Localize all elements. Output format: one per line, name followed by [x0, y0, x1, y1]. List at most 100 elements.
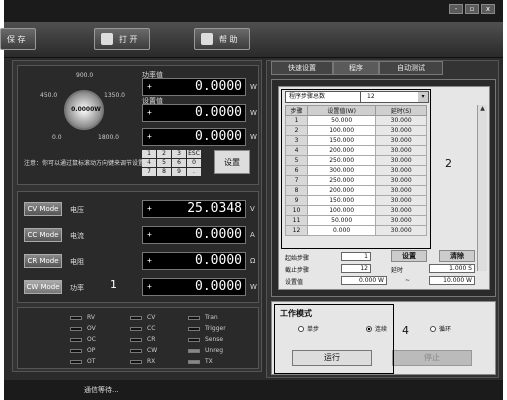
led-ov: OV — [70, 325, 96, 332]
adjust-knob[interactable]: 0.0000W — [64, 90, 104, 130]
setval-label: 设置值 — [285, 279, 304, 286]
input-value: 0.0000 — [195, 129, 242, 144]
sign: + — [147, 256, 152, 265]
key-8[interactable]: 8 — [157, 168, 171, 176]
setval-to-input[interactable]: 10.000 W — [429, 276, 475, 285]
unit-ohm: Ω — [250, 257, 256, 265]
tab-program[interactable]: 程序 — [333, 61, 379, 75]
key-5[interactable]: 5 — [157, 159, 171, 167]
led-label: TX — [205, 358, 213, 365]
program-area: 程序步骤总数 12 ▾ 步骤 设置值(W) 延时(S) 1 50.000 30.00… — [271, 79, 496, 297]
table-scrollbar[interactable]: ▲ — [477, 105, 487, 271]
status-indicators: RV OV OC OP OT CV CC CR CW RX Tran Trigg… — [17, 307, 259, 369]
maximize-button[interactable]: ▫ — [465, 4, 479, 14]
indicator-light — [70, 359, 82, 364]
knob-value: 0.0000W — [71, 106, 101, 113]
radio-loop[interactable]: 循环 — [430, 324, 451, 333]
work-mode-panel: 工作模式 单步 连续 循环 运行 停止 4 — [271, 301, 496, 375]
scroll-up-icon[interactable]: ▲ — [478, 105, 487, 112]
key-7[interactable]: 7 — [142, 168, 156, 176]
dial-tick-right: 1350.0 — [104, 92, 125, 99]
power-readout: +0.0000 — [142, 278, 246, 296]
cr-mode-button[interactable]: CR Mode — [24, 254, 62, 268]
voltage-display: +25.0348 — [142, 200, 246, 218]
dial-tick-top: 900.0 — [76, 72, 94, 79]
indicator-light — [130, 359, 142, 364]
led-label: CW — [147, 347, 158, 354]
voltage-value: 25.0348 — [187, 201, 242, 216]
hint-text: 注意：你可以通过鼠标滚动方向键来调节设置值 — [24, 160, 151, 167]
close-button[interactable]: x — [481, 4, 495, 14]
program-panel: 快速设置 程序 自动测试 程序步骤总数 12 ▾ 步骤 设置值(W) 延时(S) — [266, 60, 499, 378]
open-label: 打 开 — [119, 34, 138, 44]
save-button[interactable]: 保 存 — [0, 28, 36, 50]
power-readout-value: 0.0000 — [195, 279, 242, 294]
key-1[interactable]: 1 — [142, 150, 156, 158]
radio-button-icon — [430, 325, 436, 332]
setval-from-input[interactable]: 0.000 W — [341, 276, 387, 285]
folder-icon — [101, 33, 113, 45]
end-step-label: 截止步骤 — [285, 267, 310, 274]
key-dot[interactable]: . — [187, 168, 201, 176]
marker-2: 2 — [445, 157, 452, 170]
led-label: Unreg — [205, 347, 224, 354]
key-9[interactable]: 9 — [172, 168, 186, 176]
program-editor: 程序步骤总数 12 ▾ 步骤 设置值(W) 延时(S) 1 50.000 30.00… — [278, 86, 490, 290]
key-6[interactable]: 6 — [172, 159, 186, 167]
indicator-light — [130, 315, 142, 320]
cv-mode-button[interactable]: CV Mode — [24, 202, 62, 216]
mode-panel: CV Mode 电压 +25.0348 V CC Mode 电流 +0.0000… — [17, 191, 259, 303]
indicator-light — [130, 337, 142, 342]
sign: + — [147, 204, 152, 213]
start-step-input[interactable]: 1 — [341, 252, 371, 261]
cc-mode-button[interactable]: CC Mode — [24, 228, 62, 242]
key-2[interactable]: 2 — [157, 150, 171, 158]
radio-label: 循环 — [439, 326, 452, 333]
sign: + — [147, 132, 152, 141]
indicator-light — [70, 326, 82, 331]
cw-mode-button[interactable]: CW Mode — [24, 280, 62, 294]
unit-w: W — [250, 283, 257, 291]
led-label: OT — [87, 358, 96, 365]
led-cc: CC — [130, 325, 155, 332]
led-unreg: Unreg — [188, 347, 223, 354]
key-0[interactable]: 0 — [187, 159, 201, 167]
cw-mode-name: 功率 — [70, 284, 84, 292]
set-value: 0.0000 — [195, 105, 242, 120]
stop-button[interactable]: 停止 — [392, 350, 472, 366]
key-esc[interactable]: ESC — [187, 150, 201, 158]
open-button[interactable]: 打 开 — [94, 28, 150, 50]
set-step-button[interactable]: 设置 — [391, 250, 427, 262]
keypad: 1 2 3 ESC 4 5 6 0 7 8 9 . — [142, 150, 201, 176]
marker-4: 4 — [402, 324, 409, 337]
input-display[interactable]: +0.0000 — [142, 128, 246, 146]
led-label: CC — [147, 325, 156, 332]
minimize-button[interactable]: - — [449, 4, 463, 14]
indicator-light — [70, 337, 82, 342]
app-window: - ▫ x 保 存 打 开 帮 助 900.0 450.0 1350.0 0.0… — [0, 0, 503, 400]
power-value: 0.0000 — [195, 79, 242, 94]
cv-mode-name: 电压 — [70, 206, 84, 214]
highlight-box-4 — [274, 304, 394, 374]
led-label: RV — [87, 314, 95, 321]
power-display: +0.0000 — [142, 78, 246, 96]
set-button[interactable]: 设置 — [214, 150, 250, 174]
indicator-light — [188, 359, 200, 364]
led-label: CR — [147, 336, 156, 343]
end-step-input[interactable]: 12 — [341, 264, 371, 273]
help-icon — [201, 33, 213, 45]
toolbar: 保 存 打 开 帮 助 — [0, 22, 503, 58]
delay-label: 延时 — [391, 267, 404, 274]
window-controls: - ▫ x — [449, 4, 495, 14]
tab-quick-setup[interactable]: 快速设置 — [271, 61, 333, 75]
set-display: +0.0000 — [142, 104, 246, 122]
clear-button[interactable]: 清除 — [439, 250, 475, 262]
led-trigger: Trigger — [188, 325, 226, 332]
led-rv: RV — [70, 314, 95, 321]
help-label: 帮 助 — [219, 34, 238, 44]
help-button[interactable]: 帮 助 — [194, 28, 250, 50]
tab-auto-test[interactable]: 自动测试 — [379, 61, 443, 75]
delay-input[interactable]: 1.000 S — [429, 264, 475, 273]
control-panel: 900.0 450.0 1350.0 0.0 1800.0 0.0000W 功率… — [12, 60, 262, 372]
key-3[interactable]: 3 — [172, 150, 186, 158]
